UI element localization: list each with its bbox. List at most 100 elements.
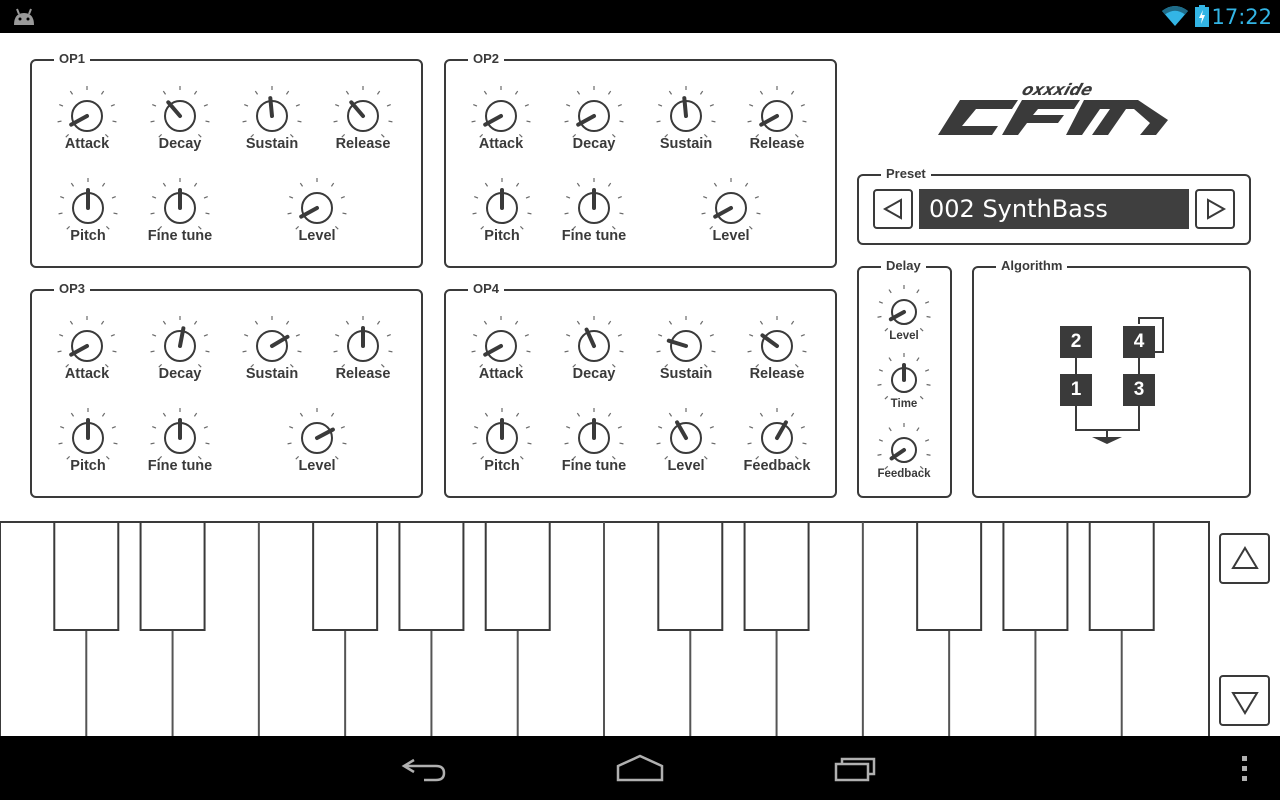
knob-label: Fine tune	[147, 458, 213, 474]
knob-tick	[668, 90, 673, 95]
black-key-g-sharp[interactable]	[398, 521, 465, 631]
knob-tick	[759, 90, 764, 95]
knob-label: Release	[335, 136, 391, 152]
preset-next-button[interactable]	[1195, 189, 1235, 229]
knob-tick	[100, 90, 105, 95]
knob-tick	[60, 425, 65, 429]
knob-pointer	[349, 100, 365, 118]
black-key-d-sharp[interactable]	[139, 521, 206, 631]
knob-tick	[800, 333, 805, 337]
knob-tick	[564, 120, 569, 123]
wifi-icon	[1162, 6, 1188, 26]
knob-pointer	[760, 333, 779, 348]
knob-label: Attack	[478, 136, 524, 152]
preset-name-display[interactable]: 002 SynthBass	[919, 189, 1189, 229]
knob-tick	[709, 103, 714, 107]
knob-tick	[759, 412, 764, 417]
panel-title: OP3	[54, 281, 91, 297]
preset-previous-button[interactable]	[873, 189, 913, 229]
knob-label: Decay	[158, 136, 202, 152]
black-key-a-sharp[interactable]	[484, 521, 551, 631]
knob-tick	[254, 90, 259, 95]
knob-tick	[112, 120, 117, 123]
status-bar: 17:22	[0, 0, 1280, 33]
knob-tick	[744, 182, 749, 187]
knob-tick	[747, 442, 752, 445]
knob-tick	[333, 350, 338, 353]
knob-tick	[754, 195, 759, 199]
knob-tick	[800, 103, 805, 107]
knob-tick	[576, 90, 581, 95]
knob-tick	[152, 195, 157, 199]
knob-label: Pitch	[484, 228, 520, 244]
knob-tick	[112, 350, 117, 353]
knob-tick	[58, 212, 63, 215]
knob-tick	[242, 120, 247, 123]
knob-tick	[802, 120, 807, 123]
battery-charging-icon	[1195, 5, 1209, 27]
octave-up-button[interactable]	[1219, 533, 1270, 584]
android-debug-icon	[14, 8, 34, 25]
black-key-f-sharp[interactable]	[916, 521, 983, 631]
knob-label: Sustain	[245, 136, 299, 152]
knob-tick	[749, 425, 754, 429]
knob-tick	[162, 320, 167, 325]
knob-tick	[483, 320, 488, 325]
knob-tick	[193, 90, 198, 95]
knob-tick	[617, 103, 622, 107]
knob-tick	[526, 120, 531, 123]
algorithm-operator-4: 4	[1123, 326, 1155, 358]
triangle-right-icon	[1207, 198, 1227, 220]
knob-label: Pitch	[484, 458, 520, 474]
knob-tick	[473, 333, 478, 337]
knob-tick	[566, 425, 571, 429]
knob-tick	[58, 442, 63, 445]
recent-apps-icon[interactable]	[834, 754, 882, 782]
knob-tick	[203, 103, 208, 107]
knob-tick	[619, 212, 624, 215]
back-icon[interactable]	[400, 756, 448, 782]
octave-down-button[interactable]	[1219, 675, 1270, 726]
knob-label: Fine tune	[561, 458, 627, 474]
knob-tick	[471, 350, 476, 353]
knob-tick	[617, 425, 622, 429]
status-clock: 17:22	[1211, 5, 1272, 29]
knob-pointer	[268, 96, 274, 118]
knob-tick	[709, 333, 714, 337]
black-key-a-sharp[interactable]	[1088, 521, 1155, 631]
knob-tick	[150, 442, 155, 445]
knob-label: Sustain	[659, 136, 713, 152]
panel-title: Preset	[881, 166, 931, 182]
knob-tick	[244, 333, 249, 337]
knob-tick	[658, 103, 663, 107]
knob-tick	[386, 103, 391, 107]
knob-tick	[701, 212, 706, 215]
knob-tick	[619, 120, 624, 123]
knob-tick	[747, 120, 752, 123]
knob-tick	[474, 425, 479, 429]
knob-tick	[244, 103, 249, 107]
knob-tick	[802, 350, 807, 353]
algorithm-operator-2: 2	[1060, 326, 1092, 358]
overflow-menu-icon[interactable]	[1241, 756, 1249, 782]
knob-tick	[519, 225, 524, 230]
knob-tick	[576, 182, 581, 187]
black-key-c-sharp[interactable]	[657, 521, 724, 631]
knob-tick	[289, 425, 294, 429]
knob-label: Decay	[158, 366, 202, 382]
black-key-g-sharp[interactable]	[1002, 521, 1069, 631]
knob-tick	[376, 90, 381, 95]
knob-tick	[519, 455, 524, 460]
knob-tick	[473, 103, 478, 107]
panel-title: OP1	[54, 51, 91, 67]
knob-tick	[658, 333, 663, 337]
knob-tick	[57, 120, 62, 123]
knob-label: Decay	[572, 136, 616, 152]
black-key-d-sharp[interactable]	[743, 521, 810, 631]
knob-tick	[193, 412, 198, 417]
home-icon[interactable]	[614, 754, 666, 782]
black-key-c-sharp[interactable]	[53, 521, 120, 631]
knob-tick	[703, 195, 708, 199]
knob-tick	[527, 212, 532, 215]
black-key-f-sharp[interactable]	[312, 521, 379, 631]
